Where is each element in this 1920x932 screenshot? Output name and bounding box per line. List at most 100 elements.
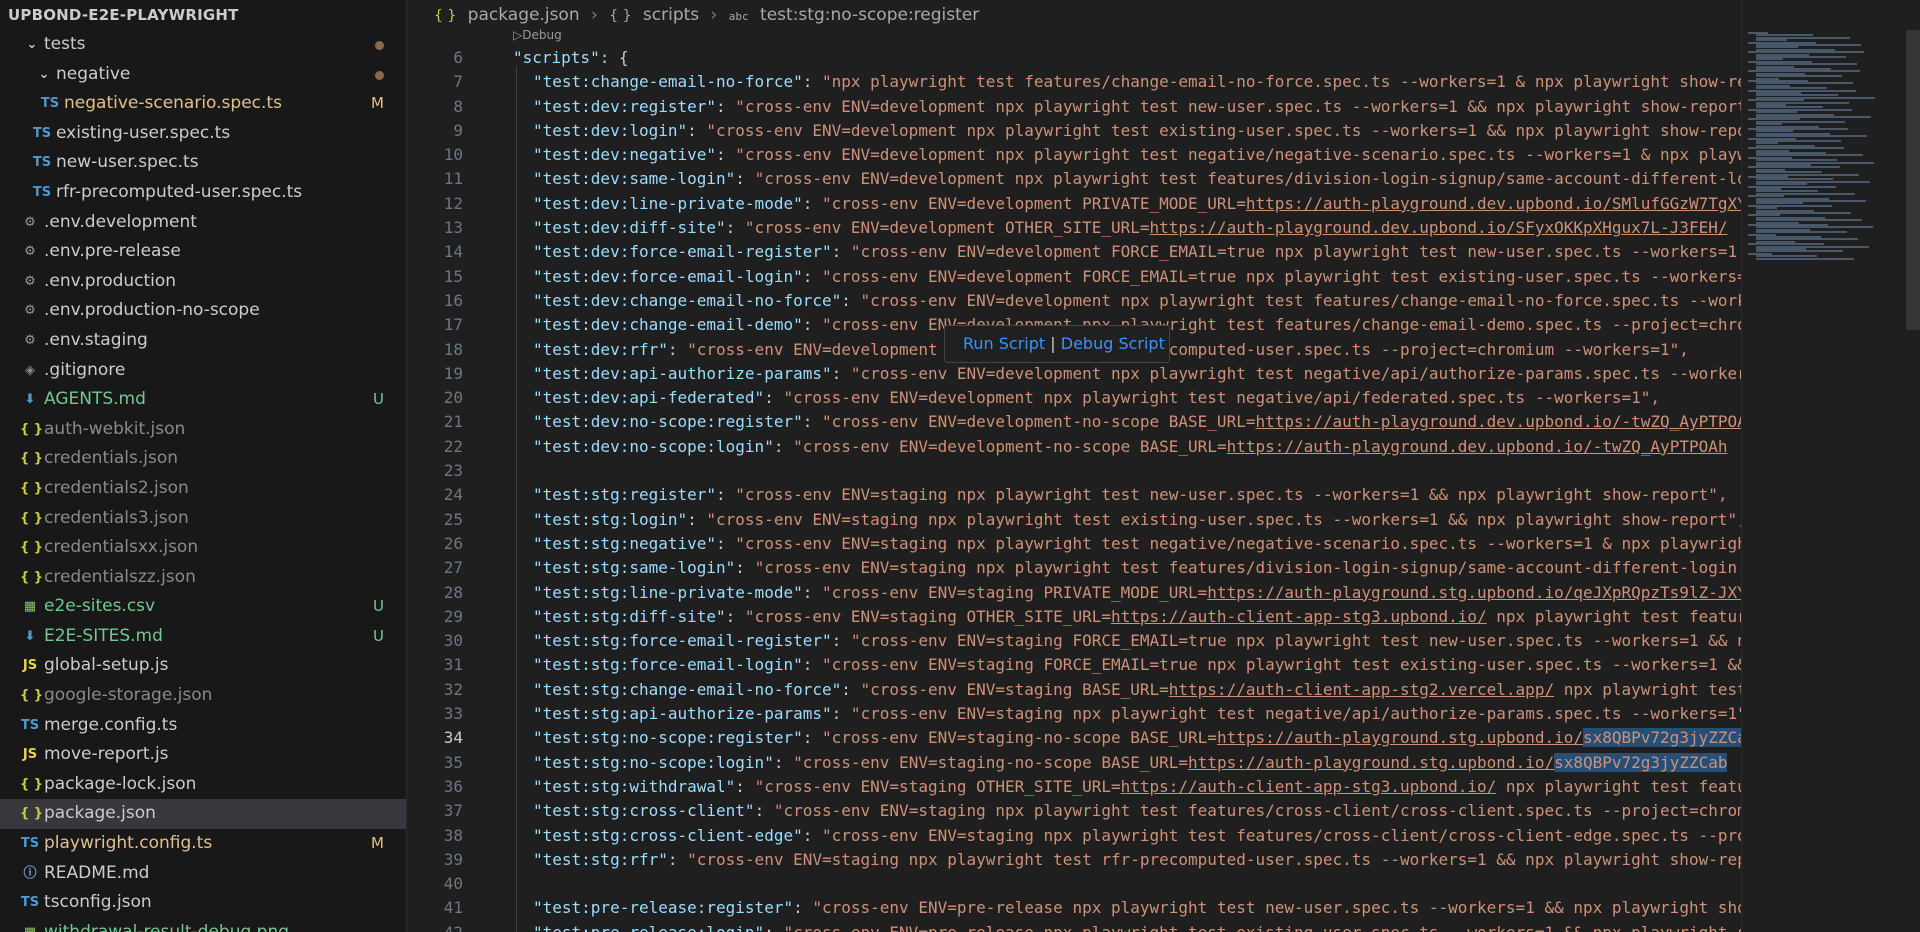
file--env-staging[interactable]: ⚙ .env.staging (0, 326, 406, 356)
editor-pane: { } package.json › { } scripts › abc tes… (407, 0, 1920, 932)
code-line[interactable]: 41 "test:pre-release:register": "cross-en… (407, 896, 1743, 920)
file-credentials3-json[interactable]: { } credentials3.json (0, 504, 406, 534)
file--gitignore[interactable]: ◈ .gitignore (0, 356, 406, 386)
file--env-development[interactable]: ⚙ .env.development (0, 208, 406, 238)
code-line[interactable]: 33 "test:stg:api-authorize-params": "cros… (407, 702, 1743, 726)
explorer-title[interactable]: UPBOND-E2E-PLAYWRIGHT (0, 0, 406, 30)
line-number: 40 (443, 874, 463, 894)
code-line[interactable]: 15 "test:dev:force-email-login": "cross-e… (407, 265, 1743, 289)
file-auth-webkit-json[interactable]: { } auth-webkit.json (0, 415, 406, 445)
code-line[interactable]: 32 "test:stg:change-email-no-force": "cro… (407, 678, 1743, 702)
scrollbar-thumb[interactable] (1906, 30, 1920, 330)
code-line[interactable]: 11 "test:dev:same-login": "cross-env ENV=… (407, 167, 1743, 191)
table-icon: ▦ (23, 599, 37, 615)
code-line[interactable]: 19 "test:dev:api-authorize-params": "cros… (407, 362, 1743, 386)
code-area[interactable]: 6 "scripts": {7 "test:change-email-no-forc… (407, 46, 1743, 932)
code-line[interactable]: 40 (407, 872, 1743, 896)
code-line[interactable]: 30 "test:stg:force-email-register": "cros… (407, 629, 1743, 653)
file-google-storage-json[interactable]: { } google-storage.json (0, 681, 406, 711)
folder-negative[interactable]: ⌄ negative (0, 60, 406, 90)
file-e2e-sites-csv[interactable]: ▦ e2e-sites.csv U (0, 592, 406, 622)
code-line[interactable]: 23 (407, 459, 1743, 483)
code-line[interactable]: 34 "test:stg:no-scope:register": "cross-e… (407, 726, 1743, 750)
file--env-pre-release[interactable]: ⚙ .env.pre-release (0, 237, 406, 267)
punctuation: : (764, 923, 783, 932)
url-link[interactable]: https://auth-client-app-stg3.upbond.io/ (1111, 607, 1487, 626)
file-global-setup-js[interactable]: JS global-setup.js (0, 651, 406, 681)
file-merge-config-ts[interactable]: TS merge.config.ts (0, 711, 406, 741)
code-line[interactable]: 37 "test:stg:cross-client": "cross-env EN… (407, 799, 1743, 823)
code-line[interactable]: 42 "test:pre-release:login": "cross-env E… (407, 921, 1743, 932)
file-new-user-spec-ts[interactable]: TS new-user.spec.ts (0, 148, 406, 178)
code-line[interactable]: 29 "test:stg:diff-site": "cross-env ENV=s… (407, 605, 1743, 629)
code-line[interactable]: 22 "test:dev:no-scope:login": "cross-env … (407, 435, 1743, 459)
code-line[interactable]: 28 "test:stg:line-private-mode": "cross-e… (407, 581, 1743, 605)
code-line[interactable]: 7 "test:change-email-no-force": "npx play… (407, 70, 1743, 94)
code-line[interactable]: 21 "test:dev:no-scope:register": "cross-e… (407, 410, 1743, 434)
minimap[interactable] (1741, 0, 1920, 932)
file-package-lock-json[interactable]: { } package-lock.json (0, 770, 406, 800)
code-line[interactable]: 8 "test:dev:register": "cross-env ENV=dev… (407, 95, 1743, 119)
code-line[interactable]: 20 "test:dev:api-federated": "cross-env E… (407, 386, 1743, 410)
folder-tests[interactable]: ⌄ tests (0, 30, 406, 60)
url-link[interactable]: https://auth-playground.dev.upbond.io/SF… (1150, 218, 1728, 237)
url-link[interactable]: https://auth-playground.stg.upbond.io/ (1188, 753, 1554, 772)
file-credentialszz-json[interactable]: { } credentialszz.json (0, 563, 406, 593)
code-line[interactable]: 31 "test:stg:force-email-login": "cross-e… (407, 653, 1743, 677)
file-E2E-SITES-md[interactable]: ⬇ E2E-SITES.md U (0, 622, 406, 652)
url-link[interactable]: https://auth-playground.stg.upbond.io/qe… (1207, 583, 1743, 602)
file-move-report-js[interactable]: JS move-report.js (0, 740, 406, 770)
url-link[interactable]: https://auth-playground.dev.upbond.io/-t… (1255, 412, 1743, 431)
breadcrumb-symbol[interactable]: test:stg:no-scope:register (760, 5, 979, 25)
url-link[interactable]: https://auth-client-app-stg3.upbond.io/ (1121, 777, 1497, 796)
file--env-production-no-scope[interactable]: ⚙ .env.production-no-scope (0, 296, 406, 326)
file-credentials-json[interactable]: { } credentials.json (0, 444, 406, 474)
ts-file-icon: TS (32, 125, 52, 141)
url-link[interactable]: https://auth-client-app-stg2.vercel.app/ (1169, 680, 1554, 699)
json-file-icon: { } (20, 569, 44, 585)
breadcrumb-file[interactable]: package.json (468, 5, 580, 25)
punctuation: : (802, 655, 822, 675)
json-key: "test:stg:diff-site" (533, 606, 726, 626)
file-credentials2-json[interactable]: { } credentials2.json (0, 474, 406, 504)
code-line[interactable]: 12 "test:dev:line-private-mode": "cross-e… (407, 192, 1743, 216)
breadcrumb-section[interactable]: scripts (643, 5, 699, 25)
json-key: "test:dev:api-authorize-params" (533, 363, 832, 383)
url-link[interactable]: https://auth-playground.stg.upbond.io/ (1217, 728, 1583, 747)
file-playwright-config-ts[interactable]: TS playwright.config.ts M (0, 829, 406, 859)
code-line[interactable]: 13 "test:dev:diff-site": "cross-env ENV=d… (407, 216, 1743, 240)
code-line[interactable]: 14 "test:dev:force-email-register": "cros… (407, 240, 1743, 264)
code-line[interactable]: 38 "test:stg:cross-client-edge": "cross-e… (407, 824, 1743, 848)
url-link[interactable]: https://auth-playground.dev.upbond.io/-t… (1227, 437, 1728, 456)
code-line[interactable]: 26 "test:stg:negative": "cross-env ENV=st… (407, 532, 1743, 556)
code-line[interactable]: 36 "test:stg:withdrawal": "cross-env ENV=… (407, 775, 1743, 799)
debug-script-link[interactable]: Debug Script (1061, 334, 1165, 353)
json-string: "cross-env ENV=staging-no-scope BASE_URL… (822, 728, 1743, 748)
file-package-json[interactable]: { } package.json (0, 799, 406, 830)
tree-item-label: credentials2.json (44, 477, 189, 498)
file-AGENTS-md[interactable]: ⬇ AGENTS.md U (0, 385, 406, 415)
file-tsconfig-json[interactable]: TS tsconfig.json (0, 888, 406, 918)
file-credentialsxx-json[interactable]: { } credentialsxx.json (0, 533, 406, 563)
code-line[interactable]: 10 "test:dev:negative": "cross-env ENV=de… (407, 143, 1743, 167)
json-key: "test:stg:api-authorize-params" (533, 704, 832, 724)
file--env-production[interactable]: ⚙ .env.production (0, 267, 406, 297)
file-negative-scenario-spec-ts[interactable]: TS negative-scenario.spec.ts M (0, 89, 406, 119)
code-line[interactable]: 25 "test:stg:login": "cross-env ENV=stagi… (407, 508, 1743, 532)
file-rfr-precomputed-user-spec-ts[interactable]: TS rfr-precomputed-user.spec.ts (0, 178, 406, 208)
code-line[interactable]: 9 "test:dev:login": "cross-env ENV=develo… (407, 119, 1743, 143)
code-line[interactable]: 39 "test:stg:rfr": "cross-env ENV=staging… (407, 848, 1743, 872)
code-line[interactable]: 35 "test:stg:no-scope:login": "cross-env … (407, 751, 1743, 775)
run-script-link[interactable]: Run Script (963, 334, 1045, 353)
debug-codelens[interactable]: ▷Debug (513, 28, 562, 42)
file-existing-user-spec-ts[interactable]: TS existing-user.spec.ts (0, 119, 406, 149)
line-number: 27 (443, 558, 463, 578)
code-line[interactable]: 27 "test:stg:same-login": "cross-env ENV=… (407, 556, 1743, 580)
url-link[interactable]: https://auth-playground.dev.upbond.io/SM… (1246, 194, 1743, 213)
code-line[interactable]: 24 "test:stg:register": "cross-env ENV=st… (407, 483, 1743, 507)
line-number: 14 (443, 242, 463, 262)
file-README-md[interactable]: ⓘ README.md (0, 859, 406, 889)
file-withdrawal-result-debug-png[interactable]: ▦ withdrawal-result-debug.png (0, 918, 406, 932)
code-line[interactable]: 16 "test:dev:change-email-no-force": "cro… (407, 289, 1743, 313)
code-line[interactable]: 6 "scripts": { (407, 46, 1743, 70)
